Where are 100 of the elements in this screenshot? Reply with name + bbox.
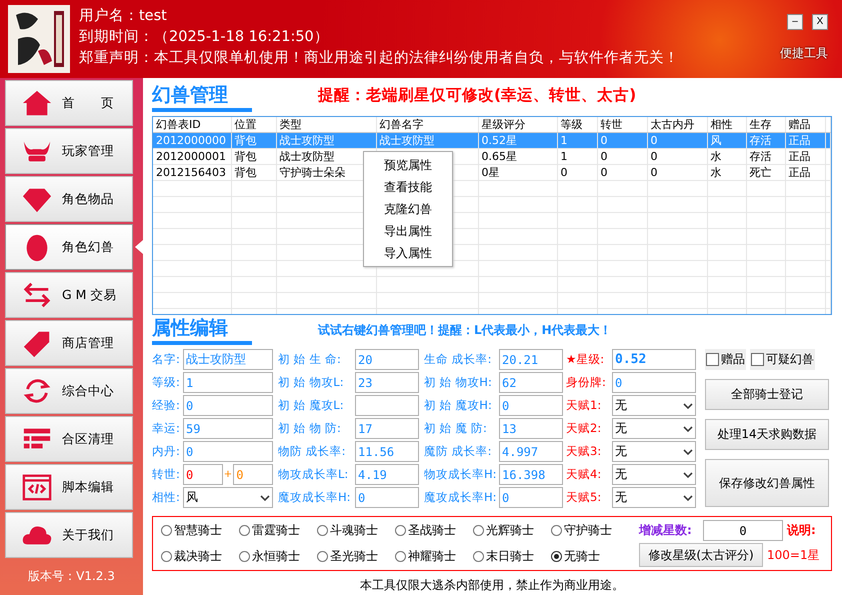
radio-button[interactable] — [317, 524, 328, 536]
sidebar-item[interactable]: 玩家管理 — [5, 128, 133, 174]
minimize-button[interactable]: – — [787, 14, 803, 30]
field-label: 内丹: — [152, 444, 181, 459]
table-cell: 存活 — [750, 150, 772, 163]
table-cell: 水 — [710, 166, 722, 179]
code-window-icon — [22, 472, 52, 502]
field-label: 天赋3: — [565, 444, 602, 459]
radio-label[interactable]: 圣战骑士 — [408, 522, 456, 539]
table-cell: 背包 — [234, 166, 256, 179]
field-label: 魔攻成长率H: — [423, 490, 498, 505]
menu-item[interactable]: 导入属性 — [364, 242, 452, 264]
radio-button[interactable] — [161, 524, 172, 536]
sidebar-item[interactable]: 关于我们 — [5, 512, 133, 558]
radio-button[interactable] — [239, 524, 250, 536]
action-button[interactable]: 处理14天求购数据 — [705, 419, 829, 450]
sidebar-item[interactable]: 综合中心 — [5, 368, 133, 414]
dropdown[interactable]: 无 — [612, 441, 696, 462]
sidebar-item[interactable]: G M 交易 — [5, 272, 133, 318]
radio-label[interactable]: 雷霆骑士 — [252, 522, 300, 539]
menu-item[interactable]: 导出属性 — [364, 220, 452, 242]
chevron-down-icon — [683, 426, 693, 432]
sidebar-item[interactable]: 商店管理 — [5, 320, 133, 366]
table-cell: 守护骑士朵朵 — [280, 166, 346, 179]
field-label: 初 始 魔 防: — [423, 421, 488, 436]
sidebar-item[interactable]: 角色幻兽 — [5, 224, 133, 270]
home-icon — [22, 88, 52, 118]
radio-button[interactable] — [473, 551, 484, 562]
sidebar-item[interactable]: 首 页 — [5, 80, 133, 126]
radio-button[interactable] — [161, 551, 172, 562]
field-label: 物攻成长率H: — [423, 467, 498, 482]
selection-pointer-icon — [135, 240, 143, 254]
table-cell: 存活 — [750, 134, 772, 147]
radio-button[interactable] — [395, 551, 406, 562]
dropdown[interactable]: 无 — [612, 487, 696, 508]
input-field[interactable]: 0 — [703, 520, 783, 541]
modify-star-button[interactable]: 修改星级(太古评分) — [639, 543, 763, 567]
radio-label[interactable]: 神耀骑士 — [408, 548, 456, 566]
table-cell: 战士攻防型 — [380, 134, 434, 147]
table-cell: 0 — [650, 150, 658, 163]
radio-button[interactable] — [551, 524, 562, 536]
field-label: 相性: — [152, 490, 181, 505]
sidebar-item[interactable]: 脚本编辑 — [5, 464, 133, 510]
chevron-down-icon — [683, 402, 693, 408]
quick-tools-button[interactable]: 便捷工具 — [780, 45, 828, 62]
sidebar-item[interactable]: 合区清理 — [5, 416, 133, 462]
close-button[interactable]: X — [812, 14, 828, 30]
field-label: 幸运: — [152, 421, 181, 436]
table-cell: 1 — [560, 134, 568, 147]
field-label: 天赋4: — [565, 467, 602, 482]
field-label: 初 始 魔攻L: — [277, 398, 345, 413]
notice-text: 提醒：老端刷星仅可修改(幸运、转世、太古) — [318, 84, 636, 106]
table-cell: 0.65星 — [482, 150, 517, 163]
action-button[interactable]: 全部骑士登记 — [705, 379, 829, 410]
field-label: 初 始 物 防: — [277, 421, 342, 436]
radio-label[interactable]: 守护骑士 — [564, 522, 612, 539]
table-cell: 正品 — [788, 134, 810, 147]
radio-label[interactable]: 裁决骑士 — [174, 548, 222, 566]
table-cell: 正品 — [788, 150, 810, 163]
field-label: ★星级: — [565, 352, 606, 367]
sidebar-item[interactable]: 角色物品 — [5, 176, 133, 222]
radio-button[interactable] — [473, 524, 484, 536]
radio-button[interactable] — [551, 551, 562, 562]
field-label: 初 始 物攻L: — [277, 375, 345, 390]
field-label: 初 始 物攻H: — [423, 375, 493, 390]
radio-button[interactable] — [239, 551, 250, 562]
action-button[interactable]: 保存修改幻兽属性 — [705, 459, 829, 507]
field-label: 魔攻成长率H: — [277, 490, 352, 505]
checkbox[interactable]: 赠品 — [705, 349, 746, 370]
chevron-down-icon — [683, 448, 693, 454]
dropdown[interactable]: 无 — [612, 395, 696, 416]
radio-label[interactable]: 斗魂骑士 — [330, 522, 378, 539]
menu-item[interactable]: 克隆幻兽 — [364, 198, 452, 220]
radio-label[interactable]: 智慧骑士 — [174, 522, 222, 539]
hint-text: 试试右键幻兽管理吧！提醒：L代表最小，H代表最大！ — [318, 322, 612, 338]
radio-label[interactable]: 末日骑士 — [486, 548, 534, 566]
table-cell: 死亡 — [750, 166, 772, 179]
field-label: 天赋2: — [565, 421, 602, 436]
dropdown[interactable]: 无 — [612, 464, 696, 485]
radio-label[interactable]: 永恒骑士 — [252, 548, 300, 566]
field-label: 身份牌: — [565, 375, 607, 390]
table-cell: 0星 — [482, 166, 500, 179]
table-cell: 1 — [560, 150, 568, 163]
input-field[interactable]: 0 — [183, 464, 223, 485]
section-title: 属性编辑 — [152, 315, 252, 345]
table-cell: 战士攻防型 — [280, 134, 334, 147]
dropdown[interactable]: 风 — [183, 487, 273, 508]
checkbox[interactable]: 可疑幻兽 — [750, 349, 815, 370]
radio-label[interactable]: 光辉骑士 — [486, 522, 534, 539]
radio-label[interactable]: 无骑士 — [564, 548, 600, 566]
table-cell: 正品 — [788, 166, 810, 179]
radio-button[interactable] — [317, 551, 328, 562]
input-field[interactable] — [355, 395, 419, 416]
footer-text: 本工具仅限大逃杀内部使用，禁止作为商业用途。 — [359, 577, 625, 594]
dropdown[interactable]: 无 — [612, 418, 696, 439]
table-cell: 0 — [600, 150, 608, 163]
expiry-text: 到期时间：（2025-1-18 16:21:50） — [79, 28, 330, 47]
radio-button[interactable] — [395, 524, 406, 536]
table-cell: 0 — [560, 166, 568, 179]
radio-label[interactable]: 圣光骑士 — [330, 548, 378, 566]
